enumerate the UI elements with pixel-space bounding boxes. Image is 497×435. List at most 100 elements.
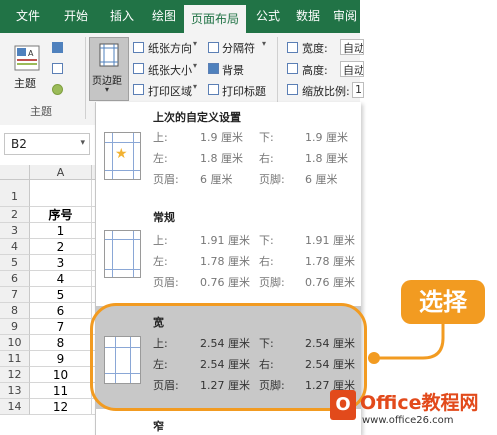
formula-bar-area: B2 ▾ <box>0 125 95 166</box>
callout-connector <box>368 318 445 364</box>
margin-top-value: 1.9 厘米 <box>200 131 243 144</box>
themes-button[interactable]: A 主题 <box>10 41 44 99</box>
tab-draw[interactable]: 绘图 <box>146 0 182 33</box>
row-header[interactable]: 14 <box>0 399 30 415</box>
ribbon-tab-bar: 文件 开始 插入 绘图 页面布局 公式 数据 审阅 <box>0 0 360 33</box>
width-label: 宽度: <box>302 42 328 55</box>
option-title: 窄 <box>153 420 164 433</box>
row-header[interactable]: 9 <box>0 319 30 335</box>
column-header-a[interactable]: A <box>30 165 92 180</box>
background-button[interactable]: 背景 <box>222 62 244 78</box>
tab-insert[interactable]: 插入 <box>104 0 140 33</box>
cell-a3[interactable]: 1 <box>30 223 92 239</box>
cell-a10[interactable]: 8 <box>30 335 92 351</box>
cell-a2[interactable]: 序号 <box>30 207 92 223</box>
breaks-icon <box>208 42 219 53</box>
width-select[interactable]: 自动 <box>340 39 364 55</box>
margin-label: 页眉: <box>153 173 179 186</box>
breaks-dropdown-icon: ▾ <box>262 39 267 48</box>
row-header[interactable]: 7 <box>0 287 30 303</box>
width-icon <box>287 42 298 53</box>
orientation-icon <box>133 42 144 53</box>
cell-a4[interactable]: 2 <box>30 239 92 255</box>
height-select[interactable]: 自动 <box>340 61 364 77</box>
name-box[interactable]: B2 ▾ <box>4 133 90 155</box>
background-icon <box>208 63 219 74</box>
cell-a12[interactable]: 10 <box>30 367 92 383</box>
watermark-brand: Office教程网 <box>360 392 479 414</box>
margin-top-value: 1.91 厘米 <box>200 234 250 247</box>
margins-option-last-custom[interactable]: 上次的自定义设置 ★ 上: 1.9 厘米 下: 1.9 厘米 左: 1.8 厘米… <box>96 102 361 202</box>
height-icon <box>287 63 298 74</box>
cell-a5[interactable]: 3 <box>30 255 92 271</box>
callout-bubble: 选择 <box>401 280 485 324</box>
tab-home[interactable]: 开始 <box>58 0 94 33</box>
row-header[interactable]: 5 <box>0 255 30 271</box>
row-header[interactable]: 12 <box>0 367 30 383</box>
print-titles-button[interactable]: 打印标题 <box>222 83 266 99</box>
row-header[interactable]: 13 <box>0 383 30 399</box>
print-area-button[interactable]: 打印区域 <box>148 83 192 99</box>
margin-label: 上: <box>153 234 168 247</box>
margins-option-normal[interactable]: 常规 上: 1.91 厘米 下: 1.91 厘米 左: 1.78 厘米 右: 1… <box>96 202 361 302</box>
breaks-button[interactable]: 分隔符 <box>222 40 255 56</box>
scale-label: 缩放比例: <box>302 85 350 98</box>
cell-a6[interactable]: 4 <box>30 271 92 287</box>
cell-a1[interactable] <box>30 180 92 207</box>
row-header[interactable]: 2 <box>0 207 30 223</box>
themes-label: 主题 <box>14 77 36 90</box>
height-label: 高度: <box>302 64 328 77</box>
row-header[interactable]: 10 <box>0 335 30 351</box>
margins-button[interactable]: 页边距 ▾ <box>89 37 129 101</box>
fonts-icon[interactable] <box>52 63 63 74</box>
themes-icon: A <box>14 45 40 71</box>
star-icon: ★ <box>115 146 128 162</box>
highlight-ring <box>90 303 367 411</box>
name-box-dropdown-icon: ▾ <box>80 138 85 148</box>
tab-page-layout[interactable]: 页面布局 <box>184 5 246 33</box>
print-titles-icon <box>208 84 219 95</box>
margin-right-value: 1.8 厘米 <box>305 152 348 165</box>
row-header[interactable]: 8 <box>0 303 30 319</box>
margin-label: 下: <box>259 131 274 144</box>
cell-a7[interactable]: 5 <box>30 287 92 303</box>
tab-formulas[interactable]: 公式 <box>250 0 286 33</box>
margin-left-value: 1.78 厘米 <box>200 255 250 268</box>
margins-option-narrow[interactable]: 窄 <box>96 409 361 435</box>
scale-input[interactable]: 1 <box>352 82 364 98</box>
margin-label: 页脚: <box>259 173 285 186</box>
svg-text:A: A <box>28 49 34 58</box>
cell-a13[interactable]: 11 <box>30 383 92 399</box>
row-header[interactable]: 6 <box>0 271 30 287</box>
row-header[interactable]: 3 <box>0 223 30 239</box>
margin-header-value: 6 厘米 <box>200 173 233 186</box>
cell-a9[interactable]: 7 <box>30 319 92 335</box>
group-divider <box>85 37 86 119</box>
row-header[interactable]: 11 <box>0 351 30 367</box>
tab-file[interactable]: 文件 <box>10 0 46 33</box>
print-area-icon <box>133 84 144 95</box>
tab-review[interactable]: 审阅 <box>330 0 360 33</box>
margin-label: 右: <box>259 152 274 165</box>
margins-preview-custom: ★ <box>104 132 141 180</box>
size-icon <box>133 63 144 74</box>
margin-bottom-value: 1.91 厘米 <box>305 234 355 247</box>
row-header[interactable]: 1 <box>0 180 30 207</box>
cell-a8[interactable]: 6 <box>30 303 92 319</box>
watermark-url: www.office26.com <box>362 415 454 426</box>
effects-icon[interactable] <box>52 84 63 95</box>
cell-a14[interactable]: 12 <box>30 399 92 415</box>
size-button[interactable]: 纸张大小 <box>148 62 192 78</box>
cell-a11[interactable]: 9 <box>30 351 92 367</box>
themes-group-label: 主题 <box>30 105 52 118</box>
tab-data[interactable]: 数据 <box>290 0 326 33</box>
size-dropdown-icon: ▾ <box>193 61 198 70</box>
colors-icon[interactable] <box>52 42 63 53</box>
orientation-button[interactable]: 纸张方向 <box>148 40 192 56</box>
select-all-corner[interactable] <box>0 165 30 180</box>
margin-bottom-value: 1.9 厘米 <box>305 131 348 144</box>
option-title: 常规 <box>153 211 175 224</box>
margins-dropdown-icon: ▾ <box>105 85 110 94</box>
margins-icon <box>99 43 119 67</box>
row-header[interactable]: 4 <box>0 239 30 255</box>
